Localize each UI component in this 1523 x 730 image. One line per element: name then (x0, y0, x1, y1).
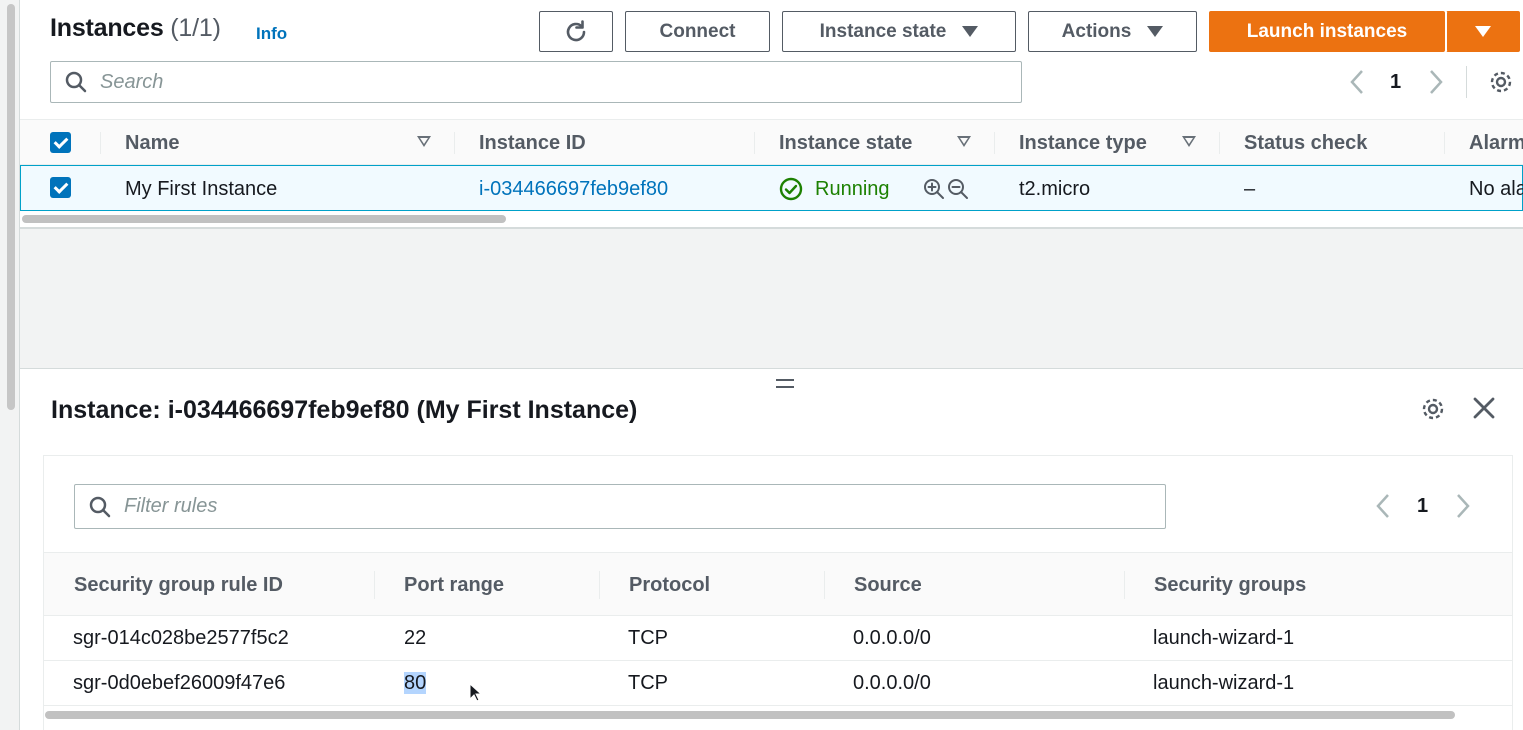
column-instance-type[interactable]: Instance type (1019, 120, 1147, 166)
rule-id: sgr-014c028be2577f5c2 (73, 627, 289, 649)
search-icon (65, 71, 87, 93)
actions-dropdown[interactable]: Actions (1028, 11, 1197, 52)
page-number[interactable]: 1 (1390, 71, 1401, 94)
instance-details-panel: Instance: i-034466697feb9ef80 (My First … (20, 370, 1523, 730)
port-range: 22 (404, 627, 427, 649)
resize-handle[interactable] (776, 379, 794, 388)
settings-gear-icon[interactable] (1488, 69, 1514, 95)
filter-placeholder: Filter rules (124, 495, 218, 517)
instance-name: My First Instance (125, 178, 278, 200)
close-icon[interactable] (1472, 396, 1496, 420)
info-link[interactable]: Info (256, 24, 287, 44)
source: 0.0.0.0/0 (853, 627, 931, 649)
inbound-rules-table: Filter rules 1 Security group rule ID Po… (43, 455, 1513, 730)
column-source[interactable]: Source (854, 553, 922, 617)
caret-down-icon (962, 26, 979, 37)
instances-panel: Instances (1/1) Info Connect Instance st… (20, 0, 1523, 228)
column-protocol[interactable]: Protocol (629, 553, 710, 617)
refresh-button[interactable] (539, 11, 613, 52)
mouse-cursor-icon (469, 683, 483, 702)
column-instance-state[interactable]: Instance state (779, 120, 912, 166)
refresh-icon (566, 19, 586, 41)
table-row[interactable]: sgr-014c028be2577f5c2 22 TCP 0.0.0.0/0 l… (44, 616, 1512, 661)
check-circle-icon (779, 177, 803, 201)
settings-gear-icon[interactable] (1420, 396, 1446, 422)
filter-rules-input[interactable]: Filter rules (74, 484, 1166, 529)
connect-button[interactable]: Connect (625, 11, 770, 52)
security-group: launch-wizard-1 (1153, 627, 1295, 649)
port-range-selected-text: 80 (404, 672, 427, 694)
launch-instances-dropdown[interactable] (1446, 11, 1520, 52)
column-name[interactable]: Name (125, 120, 179, 166)
table-row[interactable]: sgr-0d0ebef26009f47e6 80 TCP 0.0.0.0/0 l… (44, 661, 1512, 706)
instance-id-link[interactable]: i-034466697feb9ef80 (479, 166, 668, 212)
instance-state-label: Instance state (819, 20, 947, 42)
instance-type-value: t2.micro (1019, 178, 1091, 200)
column-separator (1219, 132, 1220, 154)
split-gap (20, 229, 1523, 369)
chevron-left-icon[interactable] (1374, 492, 1394, 520)
column-separator (994, 132, 995, 154)
instance-state-dropdown[interactable]: Instance state (782, 11, 1016, 52)
search-placeholder: Search (100, 70, 164, 93)
instances-title: Instances (1/1) (50, 14, 221, 43)
search-icon (89, 496, 111, 517)
page-number[interactable]: 1 (1417, 495, 1428, 518)
protocol: TCP (628, 672, 668, 694)
alarm-status-value: No ala (1469, 178, 1523, 200)
rules-pagination: 1 (1374, 492, 1472, 520)
actions-label: Actions (1061, 20, 1132, 42)
security-group: launch-wizard-1 (1153, 672, 1295, 694)
instance-state-value: Running (815, 178, 890, 200)
launch-instances-button[interactable]: Launch instances (1209, 11, 1445, 52)
rules-table-header: Security group rule ID Port range Protoc… (44, 552, 1512, 616)
page-scrollbar-thumb[interactable] (7, 4, 15, 410)
sort-icon[interactable] (1182, 136, 1196, 147)
connect-label: Connect (659, 20, 736, 42)
table-row[interactable]: My First Instance i-034466697feb9ef80 Ru… (20, 165, 1523, 211)
zoom-in-icon[interactable] (923, 178, 947, 200)
column-security-groups[interactable]: Security groups (1154, 553, 1306, 617)
scrollbar-thumb[interactable] (22, 215, 506, 223)
zoom-out-icon[interactable] (947, 178, 971, 200)
pager-divider (1466, 66, 1467, 98)
select-all-checkbox[interactable] (50, 132, 71, 153)
rules-table-scrollbar[interactable] (44, 708, 1512, 722)
column-instance-id[interactable]: Instance ID (479, 120, 586, 166)
protocol: TCP (628, 627, 668, 649)
status-check-value: – (1244, 178, 1256, 200)
column-separator (754, 132, 755, 154)
column-rule-id[interactable]: Security group rule ID (74, 553, 283, 617)
caret-down-icon (1147, 26, 1164, 37)
search-input[interactable]: Search (50, 61, 1022, 103)
rule-id: sgr-0d0ebef26009f47e6 (73, 672, 286, 694)
instances-table-header: Name Instance ID Instance state Instance… (20, 119, 1523, 165)
column-status-check[interactable]: Status check (1244, 120, 1367, 166)
sort-icon[interactable] (417, 136, 431, 147)
chevron-left-icon[interactable] (1348, 68, 1368, 96)
column-separator (100, 132, 101, 154)
source: 0.0.0.0/0 (853, 672, 931, 694)
instances-count: (1/1) (170, 14, 221, 42)
column-separator (374, 571, 375, 599)
column-separator (1444, 132, 1445, 154)
instances-pagination: 1 (1348, 68, 1445, 96)
details-title: Instance: i-034466697feb9ef80 (My First … (51, 396, 638, 424)
scrollbar-thumb[interactable] (45, 711, 1455, 719)
sort-icon[interactable] (957, 136, 971, 147)
column-separator (599, 571, 600, 599)
chevron-right-icon[interactable] (1452, 492, 1472, 520)
chevron-right-icon[interactable] (1425, 68, 1445, 96)
column-separator (1124, 571, 1125, 599)
instances-table-scrollbar[interactable] (20, 211, 1523, 227)
column-separator (824, 571, 825, 599)
page-scrollbar[interactable] (0, 0, 20, 730)
column-alarm[interactable]: Alarm (1469, 120, 1523, 166)
instances-title-text: Instances (50, 14, 164, 42)
caret-down-icon (1475, 26, 1491, 37)
column-port-range[interactable]: Port range (404, 553, 504, 617)
launch-instances-label: Launch instances (1246, 20, 1408, 42)
row-checkbox[interactable] (50, 177, 71, 198)
column-separator (454, 132, 455, 154)
